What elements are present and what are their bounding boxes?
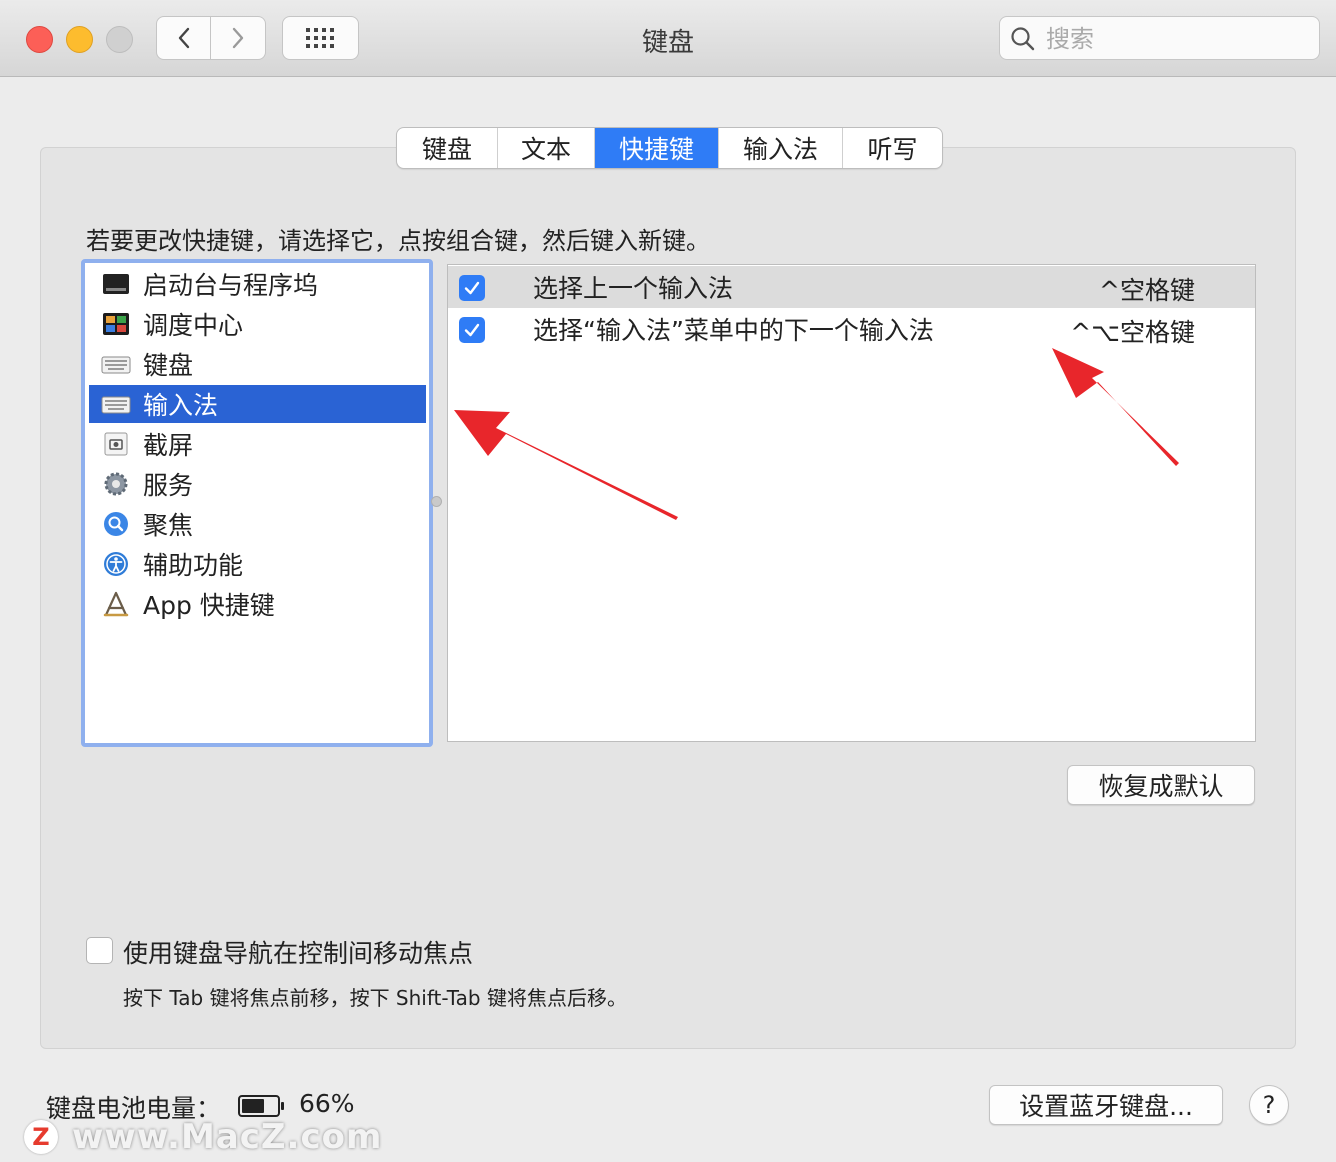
mission-control-icon	[103, 313, 129, 335]
shortcut-enable-checkbox[interactable]	[459, 317, 485, 343]
category-label: 服务	[143, 471, 194, 500]
keyboard-navigation-checkbox[interactable]	[86, 937, 113, 964]
category-item-services[interactable]: 服务	[89, 465, 426, 503]
app-shortcuts-icon	[103, 591, 129, 617]
category-item-accessibility[interactable]: 辅助功能	[89, 545, 426, 583]
gear-icon	[104, 472, 128, 496]
category-label: 启动台与程序坞	[143, 271, 319, 300]
category-item-app-shortcuts[interactable]: App 快捷键	[89, 585, 426, 623]
battery-icon	[238, 1095, 284, 1117]
spotlight-icon	[104, 512, 128, 536]
search-field[interactable]	[999, 16, 1320, 60]
category-item-spotlight[interactable]: 聚焦	[89, 505, 426, 543]
category-item-launchpad-dock[interactable]: 启动台与程序坞	[89, 265, 426, 303]
tab-shortcuts[interactable]: 快捷键	[595, 128, 719, 168]
category-label: 键盘	[143, 351, 194, 380]
category-item-keyboard[interactable]: 键盘	[89, 345, 426, 383]
category-label: 聚焦	[143, 511, 194, 540]
chevron-left-icon	[178, 27, 189, 49]
accessibility-icon	[104, 552, 128, 576]
category-label: 调度中心	[143, 311, 244, 340]
chevron-right-icon	[232, 27, 244, 49]
category-item-input-sources[interactable]: 输入法	[89, 385, 426, 423]
tab-keyboard[interactable]: 键盘	[397, 128, 498, 168]
keyboard-icon	[101, 356, 131, 374]
zoom-window-button[interactable]	[106, 26, 133, 53]
category-item-screenshots[interactable]: 截屏	[89, 425, 426, 463]
keyboard-icon	[101, 396, 131, 414]
battery-level: 66%	[299, 1089, 355, 1118]
shortcut-list[interactable]: 选择上一个输入法 ^空格键 选择“输入法”菜单中的下一个输入法 ^⌥空格键	[447, 264, 1256, 742]
shortcut-category-list[interactable]: 启动台与程序坞 调度中心 键盘 输入法 截屏 服务 聚焦 辅助功能 App 快捷…	[81, 259, 433, 747]
show-all-button[interactable]	[282, 16, 359, 60]
shortcut-keys[interactable]: ^空格键	[1099, 271, 1195, 307]
category-label: 辅助功能	[143, 551, 244, 580]
watermark-logo: Z	[24, 1120, 58, 1154]
setup-bluetooth-keyboard-button[interactable]: 设置蓝牙键盘...	[989, 1085, 1223, 1125]
checkmark-icon	[464, 281, 480, 295]
shortcut-name: 选择“输入法”菜单中的下一个输入法	[533, 316, 934, 345]
checkmark-icon	[464, 323, 480, 337]
shortcut-enable-checkbox[interactable]	[459, 275, 485, 301]
minimize-window-button[interactable]	[66, 26, 93, 53]
window-title: 键盘	[641, 28, 694, 58]
keyboard-navigation-hint: 按下 Tab 键将焦点前移，按下 Shift-Tab 键将焦点后移。	[123, 986, 627, 1010]
tab-text[interactable]: 文本	[498, 128, 595, 168]
title-bar: 键盘	[0, 0, 1336, 77]
back-button[interactable]	[156, 16, 211, 60]
category-label: 截屏	[143, 431, 194, 460]
watermark-text: www.MacZ.com	[72, 1117, 383, 1157]
split-view-divider-handle[interactable]	[431, 496, 442, 507]
screenshot-icon	[104, 432, 128, 456]
tab-bar: 键盘 文本 快捷键 输入法 听写	[396, 127, 943, 169]
launchpad-dock-icon	[103, 274, 129, 294]
tab-input-sources[interactable]: 输入法	[719, 128, 843, 168]
close-window-button[interactable]	[26, 26, 53, 53]
help-button[interactable]: ?	[1249, 1085, 1289, 1125]
shortcut-row[interactable]: 选择“输入法”菜单中的下一个输入法 ^⌥空格键	[448, 308, 1255, 350]
grid-icon	[305, 28, 334, 48]
keyboard-navigation-label[interactable]: 使用键盘导航在控制间移动焦点	[123, 934, 473, 970]
instruction-text: 若要更改快捷键，请选择它，点按组合键，然后键入新键。	[86, 227, 710, 255]
forward-button[interactable]	[211, 16, 266, 60]
shortcut-keys[interactable]: ^⌥空格键	[1070, 313, 1195, 349]
shortcut-row[interactable]: 选择上一个输入法 ^空格键	[448, 266, 1255, 308]
restore-defaults-button[interactable]: 恢复成默认	[1067, 765, 1255, 805]
search-input[interactable]	[1044, 21, 1308, 57]
watermark: Z www.MacZ.com	[24, 1117, 382, 1157]
search-icon	[1011, 27, 1035, 51]
category-label: 输入法	[143, 391, 219, 420]
shortcut-name: 选择上一个输入法	[533, 274, 734, 303]
category-item-mission-control[interactable]: 调度中心	[89, 305, 426, 343]
category-label: App 快捷键	[143, 591, 275, 620]
tab-dictation[interactable]: 听写	[843, 128, 942, 168]
